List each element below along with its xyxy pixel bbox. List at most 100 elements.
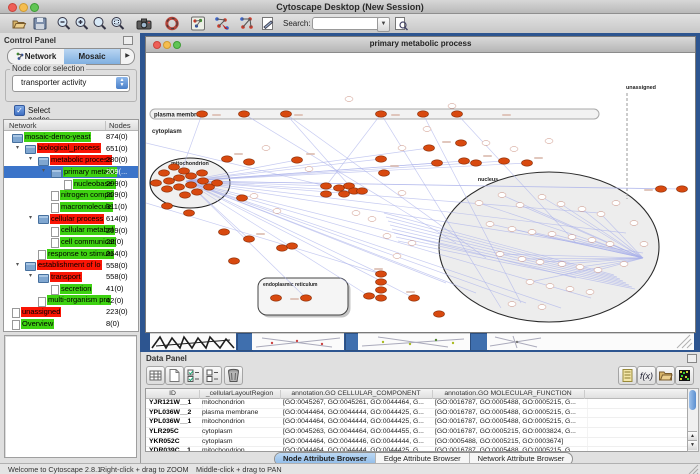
gene-node[interactable]: [271, 295, 282, 301]
column-header-0[interactable]: ID: [146, 390, 200, 399]
gene-node[interactable]: [212, 180, 223, 186]
resize-grip-icon[interactable]: [688, 464, 699, 474]
pale-node[interactable]: [536, 260, 544, 265]
gene-node[interactable]: [364, 293, 375, 299]
zoom-region-icon[interactable]: [92, 16, 108, 31]
gene-node[interactable]: [239, 111, 250, 117]
tree-item-biological-process[interactable]: ▾biological_process651(0): [4, 143, 138, 155]
pale-node[interactable]: [568, 235, 576, 240]
pale-node[interactable]: [640, 242, 648, 247]
pale-node[interactable]: [578, 207, 586, 212]
gene-node[interactable]: [184, 210, 195, 216]
tree-item-primary-metabo[interactable]: ▾primary metabo209(...: [4, 166, 138, 178]
tree-item-label[interactable]: establishment of lo: [37, 260, 102, 270]
gene-node[interactable]: [198, 178, 209, 184]
pale-node[interactable]: [526, 280, 534, 285]
search-dropdown-arrow-icon[interactable]: ▼: [377, 17, 390, 32]
gene-node[interactable]: [162, 186, 173, 192]
pale-node[interactable]: [594, 268, 602, 273]
tree-item-label[interactable]: response to stimulu: [47, 249, 114, 259]
gene-node[interactable]: [656, 186, 667, 192]
gene-node[interactable]: [159, 170, 170, 176]
gene-node[interactable]: [456, 140, 467, 146]
gene-node[interactable]: [197, 111, 208, 117]
function-fx-icon[interactable]: f(x): [637, 366, 656, 385]
apply-layout-a-icon[interactable]: [213, 16, 229, 31]
tree-item-transport[interactable]: ▾transport558(0): [4, 271, 138, 283]
table-row[interactable]: YJR121W__1mitochondrion[GO:0045267, GO:0…: [146, 399, 687, 409]
pale-node[interactable]: [398, 191, 406, 196]
background-window-3[interactable]: [358, 333, 470, 350]
pale-node[interactable]: [508, 227, 516, 232]
gene-node[interactable]: [162, 203, 173, 209]
zoom-fit-icon[interactable]: [110, 16, 126, 31]
tree-item-overview[interactable]: Overview8(0): [4, 318, 138, 330]
pale-node[interactable]: [606, 242, 614, 247]
network-canvas[interactable]: plasma membrane cytoplasm mitochondrion …: [146, 53, 693, 331]
gene-node[interactable]: [424, 145, 435, 151]
background-window-1[interactable]: [150, 333, 236, 350]
expand-arrow-icon[interactable]: ▾: [42, 166, 45, 178]
pale-node[interactable]: [528, 230, 536, 235]
pale-node[interactable]: [557, 202, 565, 207]
zoom-out-icon[interactable]: [56, 16, 72, 31]
tab-network[interactable]: Network: [8, 49, 64, 64]
pale-node[interactable]: [516, 203, 524, 208]
tree-item-label[interactable]: biological_process: [37, 143, 101, 153]
pale-node[interactable]: [262, 146, 270, 151]
gene-node[interactable]: [376, 287, 387, 293]
pale-node[interactable]: [475, 201, 483, 206]
node-color-dropdown[interactable]: transporter activity ▲▼: [12, 75, 130, 92]
tree-item-secretion[interactable]: secretion41(0): [4, 283, 138, 295]
gene-node[interactable]: [418, 111, 429, 117]
attribute-grid-icon[interactable]: [146, 366, 165, 385]
pale-node[interactable]: [352, 211, 360, 216]
gene-node[interactable]: [186, 182, 197, 188]
pale-node[interactable]: [548, 232, 556, 237]
table-row[interactable]: YKR052Ccytoplasm[GO:0044464, GO:0044446,…: [146, 438, 687, 448]
tree-item-metabolic-process[interactable]: ▾metabolic process280(0): [4, 154, 138, 166]
gene-node[interactable]: [452, 111, 463, 117]
pale-node[interactable]: [566, 287, 574, 292]
gene-node[interactable]: [192, 189, 203, 195]
gene-node[interactable]: [499, 158, 510, 164]
gene-node[interactable]: [321, 183, 332, 189]
gene-node[interactable]: [376, 156, 387, 162]
scroll-down-icon[interactable]: ▼: [688, 440, 697, 450]
tree-item-label[interactable]: unassigned: [21, 307, 61, 317]
gene-node[interactable]: [287, 243, 298, 249]
gene-node[interactable]: [432, 160, 443, 166]
tree-item-mosaic-demo-yeast[interactable]: mosaic-demo-yeast874(0): [4, 131, 138, 143]
annotation-doc-icon[interactable]: [260, 16, 276, 31]
tree-item-label[interactable]: mosaic-demo-yeast: [24, 132, 91, 142]
expand-arrow-icon[interactable]: ▾: [29, 154, 32, 166]
gene-node[interactable]: [522, 160, 533, 166]
snapshot-camera-icon[interactable]: [136, 16, 152, 31]
tree-item-label[interactable]: macromolecule: [60, 202, 113, 212]
matrix-heatmap-icon[interactable]: [675, 366, 694, 385]
tree-column-network[interactable]: Network: [9, 121, 37, 130]
gene-node[interactable]: [219, 229, 230, 235]
tree-item-label[interactable]: Overview: [21, 319, 54, 329]
table-row[interactable]: YPL036W__1mitochondrion[GO:0044464, GO:0…: [146, 418, 687, 428]
pale-node[interactable]: [498, 193, 506, 198]
notes-pad-icon[interactable]: [618, 366, 637, 385]
tree-item-macromolecule[interactable]: macromolecule311(0): [4, 201, 138, 213]
pale-node[interactable]: [368, 217, 376, 222]
gene-node[interactable]: [237, 195, 248, 201]
pale-node[interactable]: [408, 241, 416, 246]
pale-node[interactable]: [545, 139, 553, 144]
gene-node[interactable]: [281, 111, 292, 117]
tree-item-cellular-metabol[interactable]: cellular metabol209(0): [4, 225, 138, 237]
pale-node[interactable]: [538, 195, 546, 200]
select-attributes-checklist-icon[interactable]: [184, 366, 203, 385]
save-disk-icon[interactable]: [32, 16, 48, 31]
help-ring-icon[interactable]: [164, 16, 180, 31]
pale-node[interactable]: [510, 147, 518, 152]
pale-node[interactable]: [586, 290, 594, 295]
new-attribute-doc-icon[interactable]: [165, 366, 184, 385]
select-nodes-checkbox[interactable]: ✓: [14, 105, 25, 116]
gene-node[interactable]: [151, 180, 162, 186]
gene-node[interactable]: [180, 192, 191, 198]
tree-item-nitrogen-compo[interactable]: nitrogen compo209(0): [4, 189, 138, 201]
